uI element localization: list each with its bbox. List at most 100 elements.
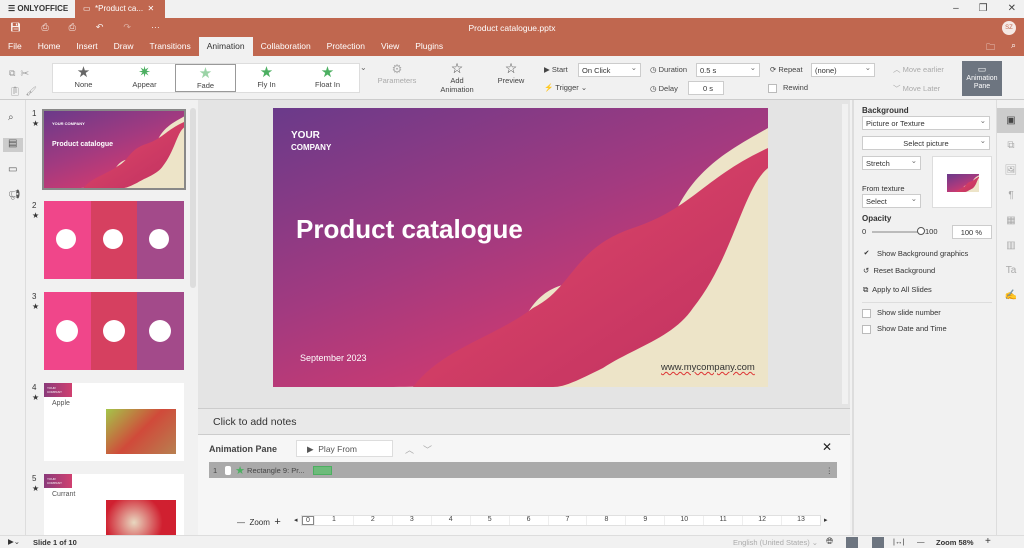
show-slide-number-checkbox[interactable]: Show slide number (862, 308, 941, 318)
chart-settings-icon[interactable]: ▥ (997, 233, 1024, 258)
animation-pane-button[interactable]: ▭ Animation Pane (962, 61, 1002, 96)
gallery-expand-button[interactable]: ⌄ (360, 63, 368, 93)
notes-area[interactable]: Click to add notes (198, 408, 850, 434)
checkbox[interactable] (862, 308, 871, 318)
slideshow-button[interactable]: ▶⌄ (8, 537, 20, 546)
start-select[interactable]: On Click (578, 63, 641, 77)
zoom-out-icon[interactable]: — (237, 518, 245, 527)
fit-width-icon[interactable]: |↔| (893, 537, 904, 546)
repeat-select[interactable]: (none) (811, 63, 875, 77)
timing-bar[interactable] (312, 465, 332, 475)
animation-item[interactable]: 1 ★ Rectangle 9: Pr... ⋮ (209, 462, 837, 478)
globe-icon[interactable]: 🌐︎ (826, 536, 833, 547)
fit-slide-icon[interactable] (872, 537, 884, 548)
paste-icon[interactable]: 📋︎ (9, 86, 20, 96)
tab-draw[interactable]: Draw (106, 37, 142, 56)
checkbox[interactable] (768, 83, 777, 93)
show-date-time-checkbox[interactable]: Show Date and Time (862, 324, 947, 334)
textart-settings-icon[interactable]: Ta (997, 258, 1024, 283)
effect-fly-in[interactable]: ★ Fly In (236, 64, 297, 92)
tab-insert[interactable]: Insert (68, 37, 105, 56)
effect-label: Appear (132, 80, 157, 89)
open-location-icon[interactable]: 🗀︎ (986, 40, 995, 56)
format-painter-icon[interactable]: 🖌︎ (25, 86, 36, 96)
spellcheck-icon[interactable] (846, 537, 858, 548)
apply-all-button[interactable]: ⧉ Apply to All Slides (863, 285, 932, 295)
comments-icon[interactable]: ▭ (8, 164, 25, 178)
preview-button[interactable]: ☆ Preview (492, 60, 530, 85)
tab-plugins[interactable]: Plugins (407, 37, 451, 56)
move-down-icon[interactable]: ﹀ (423, 443, 432, 456)
tab-view[interactable]: View (373, 37, 407, 56)
cut-icon[interactable]: ✂ (20, 68, 29, 78)
language-select[interactable]: English (United States) ⌄ (733, 538, 818, 547)
animation-star-icon: ★ (32, 211, 40, 220)
effect-appear[interactable]: ✷ Appear (114, 64, 175, 92)
tab-home[interactable]: Home (30, 37, 69, 56)
zoom-in-icon[interactable]: + (274, 516, 280, 528)
opacity-slider-handle[interactable] (917, 227, 925, 235)
document-tab[interactable]: ▭ *Product ca... ✕ (75, 0, 165, 18)
play-from-button[interactable]: ▶ Play From (296, 440, 393, 457)
image-settings-icon[interactable]: 🖼︎ (997, 158, 1024, 183)
thumbnail-slide-4[interactable]: YOUR COMPANY Apple (44, 383, 184, 461)
close-pane-icon[interactable]: ✕ (822, 440, 832, 454)
apply-all-icon: ⧉ (863, 285, 869, 294)
slide-settings-icon[interactable]: ▣ (997, 108, 1024, 133)
move-earlier-button[interactable]: ︿ Move earlier (893, 64, 944, 75)
timeline-right-icon[interactable]: ▸ (824, 516, 828, 524)
move-later-button[interactable]: ﹀ Move Later (893, 83, 940, 94)
avatar[interactable]: SZ (1002, 21, 1016, 35)
thumbnail-slide-3[interactable] (44, 292, 184, 370)
paragraph-settings-icon[interactable]: ¶ (997, 183, 1024, 208)
opacity-input[interactable]: 100 % (952, 225, 992, 239)
search-icon[interactable]: ⌕ (1011, 40, 1016, 56)
duration-label: ◷ Duration (650, 65, 687, 74)
fill-type-select[interactable]: Picture or Texture (862, 116, 990, 130)
stretch-select[interactable]: Stretch (862, 156, 921, 170)
thumbnail-slide-2[interactable] (44, 201, 184, 279)
move-up-icon[interactable]: ︿ (405, 443, 414, 456)
tab-file[interactable]: File (0, 37, 30, 56)
timeline-ruler[interactable]: 0 1 2 3 4 5 6 7 8 9 10 11 12 13 (301, 515, 821, 526)
parameters-button[interactable]: ⚙ Parameters (375, 62, 419, 85)
close-icon[interactable]: ✕ (1008, 3, 1016, 14)
zoom-out-icon[interactable]: — (917, 537, 925, 546)
effect-float-in[interactable]: ★ Float In (297, 64, 358, 92)
show-bg-graphics-checkbox[interactable]: ✔ Show Background graphics (862, 249, 969, 259)
divider (862, 302, 992, 303)
checkbox[interactable] (862, 324, 871, 334)
thumbnail-slide-1[interactable]: YOUR COMPANY Product catalogue (42, 109, 186, 190)
item-menu-icon[interactable]: ⋮ (826, 466, 834, 475)
copy-icon[interactable]: ⧉ (9, 68, 15, 78)
slides-icon[interactable]: ▤ (3, 138, 23, 152)
delay-spinner[interactable]: 0 s (688, 81, 724, 95)
tab-collaboration[interactable]: Collaboration (253, 37, 319, 56)
minimize-icon[interactable]: – (953, 3, 959, 14)
timeline-left-icon[interactable]: ◂ (294, 516, 298, 524)
slide[interactable]: YOUR COMPANY Product catalogue September … (273, 108, 768, 387)
rewind-checkbox[interactable]: Rewind (768, 83, 808, 93)
texture-select[interactable]: Select (862, 194, 921, 208)
tab-protection[interactable]: Protection (319, 37, 373, 56)
feedback-icon[interactable]: 📢︎ (8, 190, 25, 204)
duration-select[interactable]: 0.5 s (696, 63, 760, 77)
restore-icon[interactable]: ❐ (979, 3, 988, 14)
table-settings-icon[interactable]: ▦ (997, 208, 1024, 233)
shape-settings-icon[interactable]: ⧉ (997, 133, 1024, 158)
tab-animation[interactable]: Animation (198, 37, 253, 56)
opacity-slider[interactable] (872, 231, 922, 233)
thumbnail-slide-5[interactable]: YOUR COMPANY Currant (44, 474, 184, 535)
select-picture-button[interactable]: Select picture (862, 136, 990, 150)
zoom-in-icon[interactable]: + (985, 536, 991, 547)
add-animation-button[interactable]: ☆ Add Animation (434, 60, 480, 94)
trigger-button[interactable]: ⚡ Trigger ⌄ (544, 83, 587, 92)
thumbnails-scrollbar[interactable] (190, 108, 196, 288)
effect-fade[interactable]: ★ Fade (175, 64, 236, 92)
reset-background-button[interactable]: ↺ Reset Background (863, 266, 935, 275)
canvas-scrollbar[interactable] (842, 104, 848, 404)
effect-none[interactable]: ★ None (53, 64, 114, 92)
tab-transitions[interactable]: Transitions (142, 37, 199, 56)
signature-settings-icon[interactable]: ✍ (997, 283, 1024, 308)
search-icon[interactable]: ⌕ (8, 112, 25, 126)
